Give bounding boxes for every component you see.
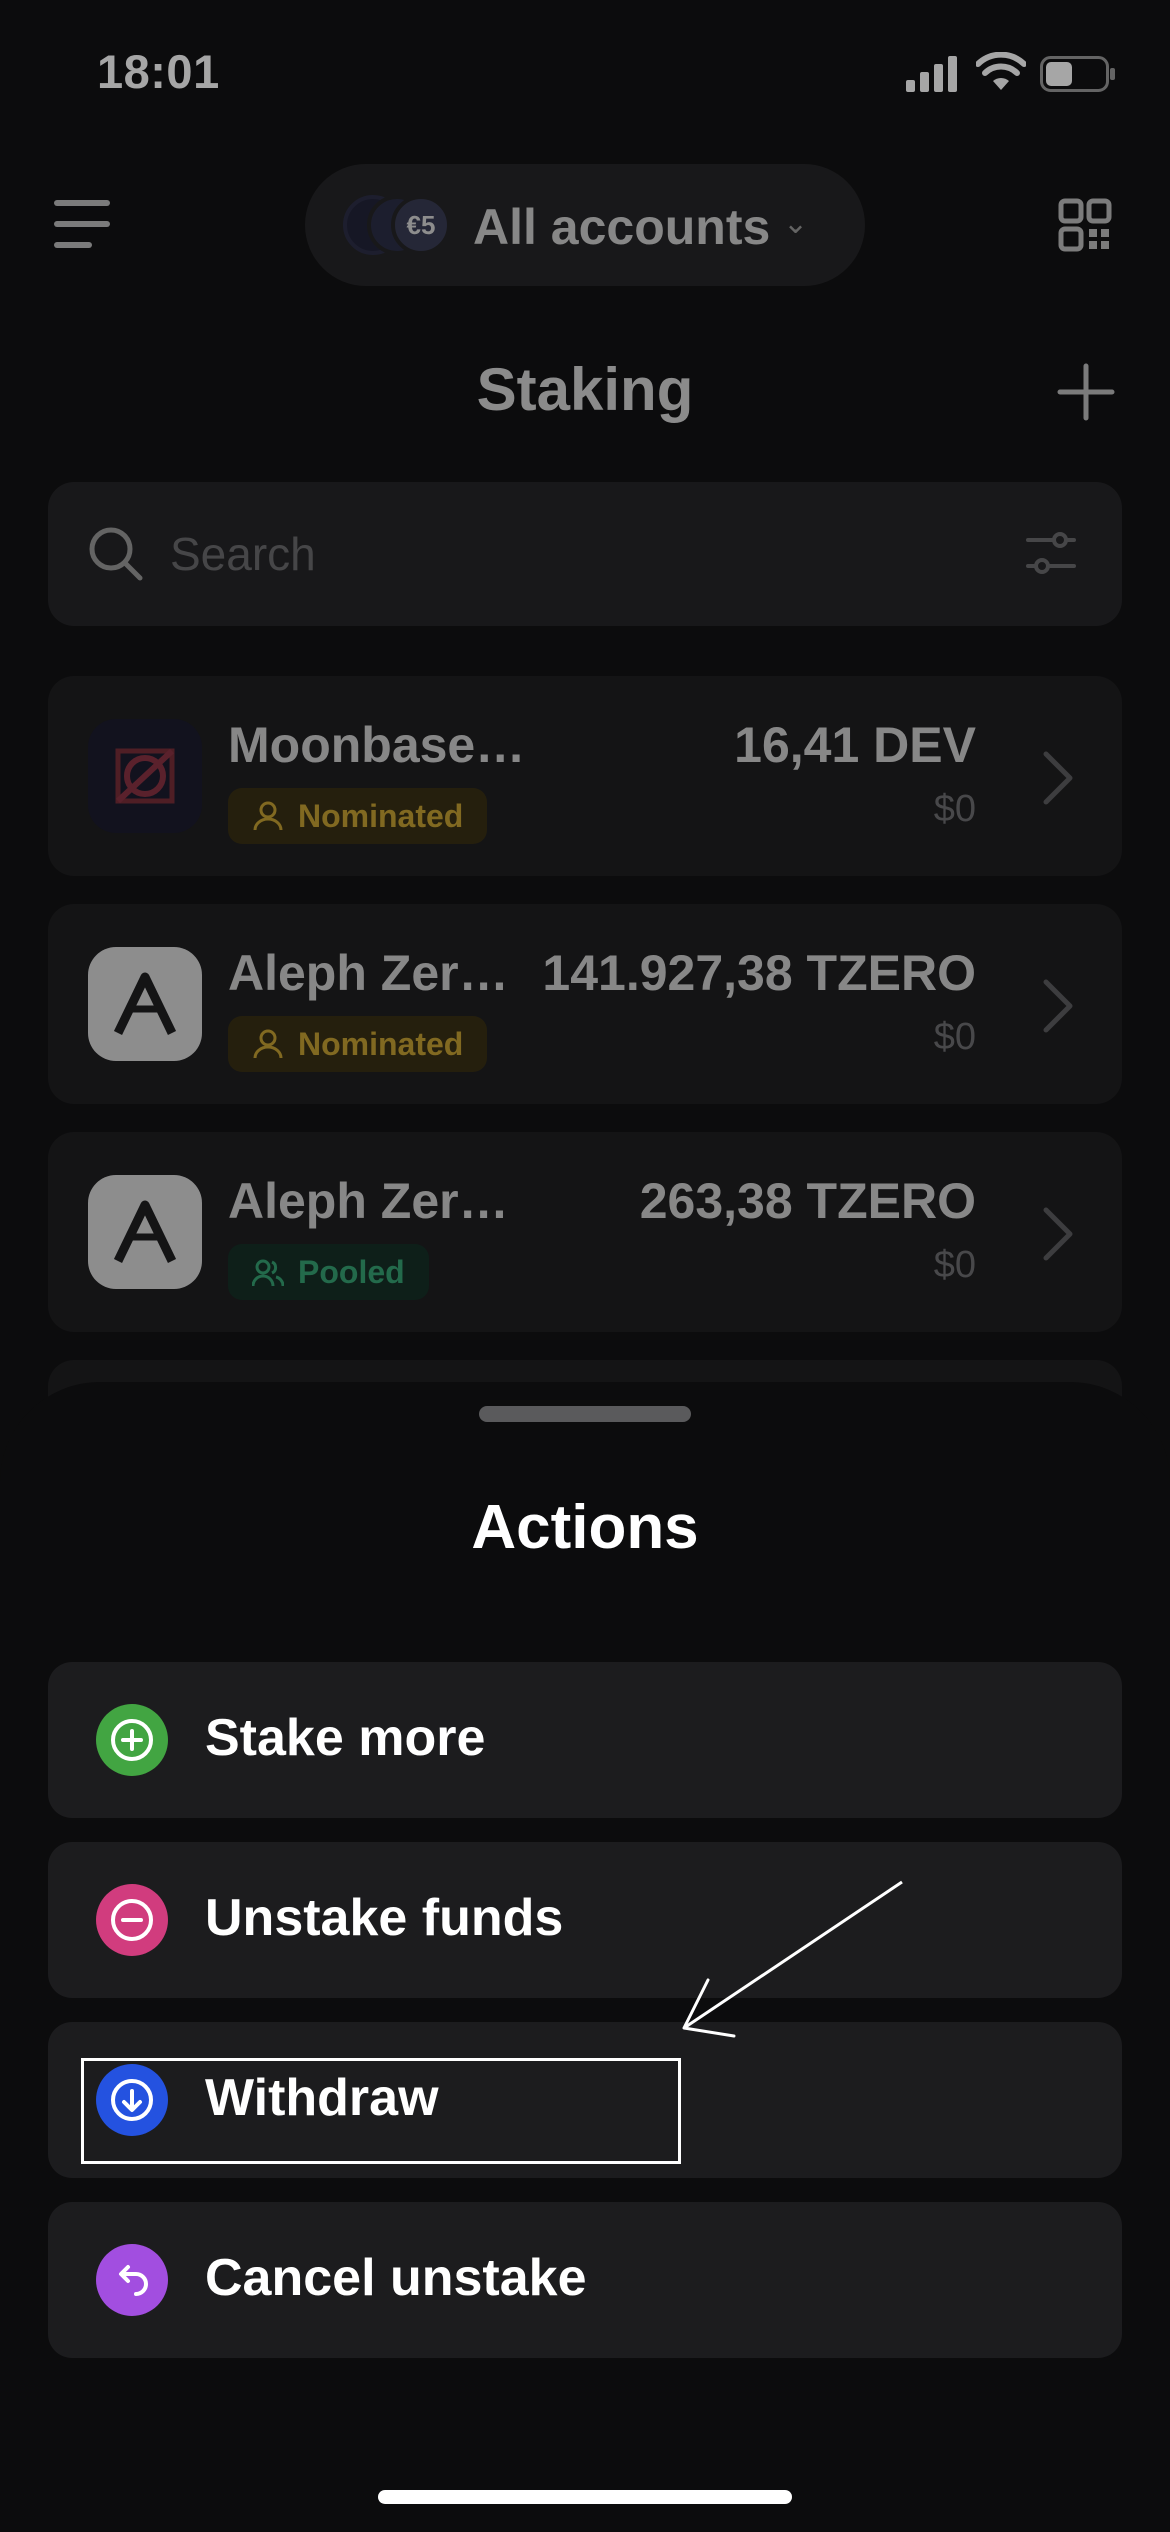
action-label: Cancel unstake — [205, 2249, 587, 2307]
unstake-funds-button[interactable]: Unstake funds — [48, 1842, 1122, 1998]
plus-circle-icon — [96, 1704, 168, 1776]
staking-screen: 18:01 €5 All accounts ⌄ Staking Search M… — [0, 0, 1170, 2532]
sheet-drag-handle[interactable] — [479, 1406, 691, 1422]
stake-more-button[interactable]: Stake more — [48, 1662, 1122, 1818]
cancel-unstake-button[interactable]: Cancel unstake — [48, 2202, 1122, 2358]
action-label: Stake more — [205, 1709, 486, 1767]
pointer-arrow-icon — [682, 1880, 903, 2038]
sheet-title: Actions — [471, 1493, 699, 1562]
home-indicator[interactable] — [378, 2490, 792, 2504]
action-label: Unstake funds — [205, 1889, 564, 1947]
actions-sheet: Actions Stake more Unstake funds Withdra… — [0, 1382, 1170, 2532]
minus-circle-icon — [96, 1884, 168, 1956]
undo-icon — [96, 2244, 168, 2316]
highlight-box — [81, 2058, 681, 2164]
